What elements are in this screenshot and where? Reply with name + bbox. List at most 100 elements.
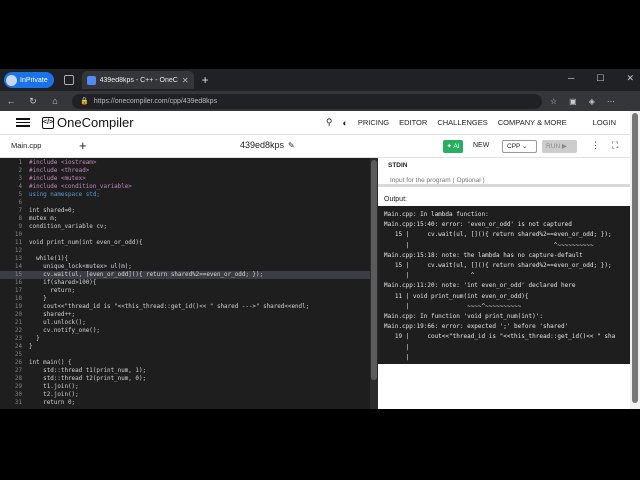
code-text: } xyxy=(29,344,33,350)
code-line[interactable]: 7 int shared=0; xyxy=(0,207,370,215)
close-tab-icon[interactable]: ✕ xyxy=(182,76,189,85)
line-number: 7 xyxy=(18,208,22,214)
code-line[interactable]: 14 unique_lock<mutex> ul(m); xyxy=(0,263,370,271)
ai-button[interactable]: ✦ AI xyxy=(443,140,463,153)
address-bar: ← ↻ ⌂ 🔒 https://onecompiler.com/cpp/439e… xyxy=(0,91,640,111)
output-line: | ^ xyxy=(384,272,475,280)
nav-right: ⚲ ◐ PRICING EDITOR CHALLENGES COMPANY & … xyxy=(326,117,616,128)
collections-icon[interactable]: ▣ xyxy=(569,97,577,106)
shield-icon[interactable]: ◈ xyxy=(589,97,595,106)
search-icon[interactable]: ⚲ xyxy=(326,117,333,128)
close-window-icon[interactable]: ✕ xyxy=(626,73,634,84)
nav-challenges[interactable]: CHALLENGES xyxy=(437,118,487,127)
back-icon[interactable]: ← xyxy=(0,96,22,106)
screen: InPrivate 439ed8kps - C++ - OneCompiler … xyxy=(0,69,640,409)
code-text: cout<<"thread_id is "<<this_thread::get_… xyxy=(29,304,310,310)
code-line[interactable]: 3 #include <mutex> xyxy=(0,175,370,183)
code-text: #include <iostream> xyxy=(29,160,97,166)
line-number: 16 xyxy=(14,280,22,286)
browser-tab-bar: InPrivate 439ed8kps - C++ - OneCompiler … xyxy=(0,69,640,91)
app-navbar: </> OneCompiler ⚲ ◐ PRICING EDITOR CHALL… xyxy=(0,111,630,135)
code-line[interactable]: 15 cv.wait(ul, [even_or_odd](){ return s… xyxy=(0,271,370,279)
code-line[interactable]: 1 #include <iostream> xyxy=(0,159,370,167)
code-line[interactable]: 10 xyxy=(0,231,370,239)
language-select[interactable]: CPP ⌄ xyxy=(502,140,537,153)
new-tab-button[interactable]: + xyxy=(202,73,209,87)
code-line[interactable]: 22 cv.notify_one(); xyxy=(0,327,370,335)
code-line[interactable]: 5 using namespace std; xyxy=(0,191,370,199)
code-text: #include <thread> xyxy=(29,168,90,174)
logo-mark-icon: </> xyxy=(42,116,54,129)
code-line[interactable]: 28 std::thread t2(print_num, 0); xyxy=(0,375,370,383)
hamburger-menu-icon[interactable] xyxy=(16,116,30,129)
code-line[interactable]: 13 while(1){ xyxy=(0,255,370,263)
code-line[interactable]: 20 shared++; xyxy=(0,311,370,319)
panel-divider[interactable] xyxy=(378,184,630,187)
nav-editor[interactable]: EDITOR xyxy=(399,118,427,127)
code-line[interactable]: 16 if(shared>100){ xyxy=(0,279,370,287)
line-number: 19 xyxy=(14,304,22,310)
line-number: 3 xyxy=(18,176,22,182)
code-line[interactable]: 18 } xyxy=(0,295,370,303)
code-line[interactable]: 9 condition_variable cv; xyxy=(0,223,370,231)
run-button[interactable]: RUN ▶ xyxy=(542,140,577,153)
code-line[interactable]: 25 xyxy=(0,351,370,359)
code-line[interactable]: 26 int main() { xyxy=(0,359,370,367)
code-line[interactable]: 27 std::thread t1(print_num, 1); xyxy=(0,367,370,375)
code-line[interactable]: 29 t1.join(); xyxy=(0,383,370,391)
code-line[interactable]: 17 return; xyxy=(0,287,370,295)
browser-tab[interactable]: 439ed8kps - C++ - OneCompiler ✕ xyxy=(81,71,194,89)
code-line[interactable]: 23 } xyxy=(0,335,370,343)
brand-logo[interactable]: </> OneCompiler xyxy=(42,115,134,130)
code-line[interactable]: 19 cout<<"thread_id is "<<this_thread::g… xyxy=(0,303,370,311)
code-line[interactable]: 31 return 0; xyxy=(0,399,370,407)
refresh-icon[interactable]: ↻ xyxy=(22,96,44,107)
line-number: 31 xyxy=(14,400,22,406)
new-button[interactable]: NEW xyxy=(473,142,489,149)
code-line[interactable]: 4 #include <condition_variable> xyxy=(0,183,370,191)
page-scrollbar-thumb[interactable] xyxy=(632,113,638,403)
code-line[interactable]: 30 t2.join(); xyxy=(0,391,370,399)
inprivate-badge[interactable]: InPrivate xyxy=(4,72,54,88)
window-controls: ─ ☐ ✕ xyxy=(568,73,634,84)
line-number: 17 xyxy=(14,288,22,294)
code-line[interactable]: 8 mutex m; xyxy=(0,215,370,223)
line-number: 18 xyxy=(14,296,22,302)
add-file-button[interactable]: + xyxy=(79,138,87,153)
code-text: int shared=0; xyxy=(29,208,76,214)
code-line[interactable]: 12 xyxy=(0,247,370,255)
code-line[interactable]: 6 xyxy=(0,199,370,207)
edit-pencil-icon[interactable]: ✎ xyxy=(288,141,295,150)
nav-company[interactable]: COMPANY & MORE xyxy=(498,118,567,127)
code-line[interactable]: 21 ul.unlock(); xyxy=(0,319,370,327)
line-number: 1 xyxy=(18,160,22,166)
stdin-label: STDIN xyxy=(388,162,408,169)
editor-scrollbar-thumb[interactable] xyxy=(371,160,377,380)
fullscreen-icon[interactable]: ⛶ xyxy=(612,140,618,151)
code-line[interactable]: 11 void print_num(int even_or_odd){ xyxy=(0,239,370,247)
code-text: unique_lock<mutex> ul(m); xyxy=(29,264,132,270)
maximize-icon[interactable]: ☐ xyxy=(596,73,604,84)
nav-pricing[interactable]: PRICING xyxy=(358,118,389,127)
file-tab[interactable]: Main.cpp xyxy=(11,141,41,150)
code-text: mutex m; xyxy=(29,216,58,222)
favorites-icon[interactable]: ☆ xyxy=(550,97,557,106)
more-options-icon[interactable]: ⋮ xyxy=(591,140,600,151)
line-number: 30 xyxy=(14,392,22,398)
inprivate-label: InPrivate xyxy=(20,76,48,84)
theme-toggle-icon[interactable]: ◐ xyxy=(342,118,347,128)
code-line[interactable]: 24} xyxy=(0,343,370,351)
home-icon[interactable]: ⌂ xyxy=(44,96,66,106)
menu-dots-icon[interactable]: ⋯ xyxy=(607,97,615,106)
line-number: 28 xyxy=(14,376,22,382)
url-field[interactable]: 🔒 https://onecompiler.com/cpp/439ed8kps xyxy=(72,93,542,109)
code-text: void print_num(int even_or_odd){ xyxy=(29,240,143,246)
minimize-icon[interactable]: ─ xyxy=(568,73,574,84)
code-editor[interactable]: 1 #include <iostream> 2 #include <thread> 3 #… xyxy=(0,158,378,409)
line-number: 12 xyxy=(14,248,22,254)
login-link[interactable]: LOGIN xyxy=(593,118,616,127)
code-line[interactable]: 2 #include <thread> xyxy=(0,167,370,175)
tab-actions-icon[interactable] xyxy=(63,75,74,85)
code-text: shared++; xyxy=(29,312,76,318)
favicon-icon xyxy=(86,75,96,85)
